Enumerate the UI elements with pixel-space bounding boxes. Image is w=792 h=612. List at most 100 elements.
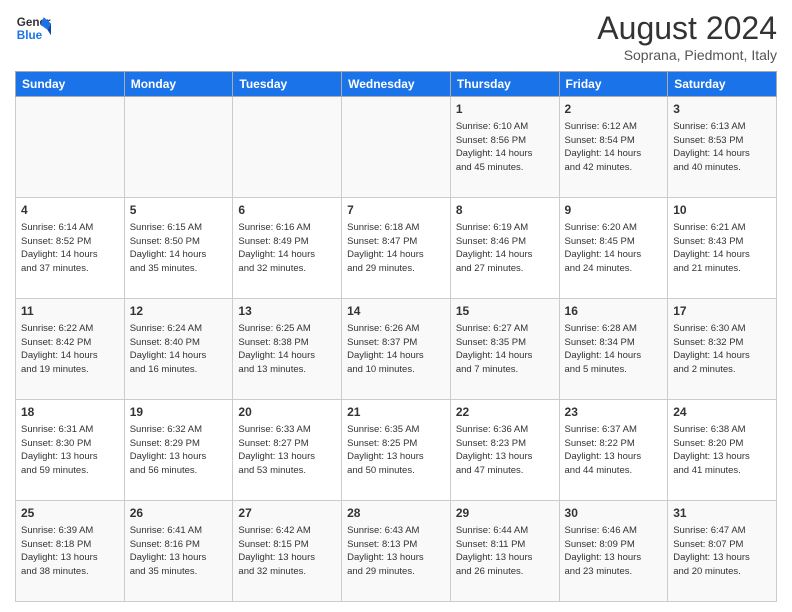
day-number-24: 24 [673,404,771,421]
day-info-21: Sunrise: 6:35 AM Sunset: 8:25 PM Dayligh… [347,423,445,478]
logo: General Blue [15,10,51,46]
day-cell-2-5: 16 Sunrise: 6:28 AM Sunset: 8:34 PM Dayli… [559,299,668,400]
day-info-13: Sunrise: 6:25 AM Sunset: 8:38 PM Dayligh… [238,322,336,377]
day-info-25: Sunrise: 6:39 AM Sunset: 8:18 PM Dayligh… [21,524,119,579]
header: General Blue August 2024 Soprana, Piedmo… [15,10,777,63]
day-cell-2-1: 12 Sunrise: 6:24 AM Sunset: 8:40 PM Dayli… [124,299,233,400]
day-cell-2-4: 15 Sunrise: 6:27 AM Sunset: 8:35 PM Dayli… [450,299,559,400]
day-cell-1-5: 9 Sunrise: 6:20 AM Sunset: 8:45 PM Daylig… [559,198,668,299]
day-info-30: Sunrise: 6:46 AM Sunset: 8:09 PM Dayligh… [565,524,663,579]
month-title: August 2024 [597,10,777,47]
day-number-19: 19 [130,404,228,421]
day-number-2: 2 [565,101,663,118]
day-info-17: Sunrise: 6:30 AM Sunset: 8:32 PM Dayligh… [673,322,771,377]
day-cell-0-0 [16,97,125,198]
day-info-31: Sunrise: 6:47 AM Sunset: 8:07 PM Dayligh… [673,524,771,579]
title-section: August 2024 Soprana, Piedmont, Italy [597,10,777,63]
week-row-3: 18 Sunrise: 6:31 AM Sunset: 8:30 PM Dayli… [16,400,777,501]
day-cell-0-4: 1 Sunrise: 6:10 AM Sunset: 8:56 PM Daylig… [450,97,559,198]
calendar-header-row: Sunday Monday Tuesday Wednesday Thursday… [16,72,777,97]
day-number-11: 11 [21,303,119,320]
day-cell-3-6: 24 Sunrise: 6:38 AM Sunset: 8:20 PM Dayli… [668,400,777,501]
day-cell-3-5: 23 Sunrise: 6:37 AM Sunset: 8:22 PM Dayli… [559,400,668,501]
day-info-12: Sunrise: 6:24 AM Sunset: 8:40 PM Dayligh… [130,322,228,377]
header-wednesday: Wednesday [342,72,451,97]
day-info-9: Sunrise: 6:20 AM Sunset: 8:45 PM Dayligh… [565,221,663,276]
day-cell-4-1: 26Sunrise: 6:41 AM Sunset: 8:16 PM Dayli… [124,501,233,602]
day-info-14: Sunrise: 6:26 AM Sunset: 8:37 PM Dayligh… [347,322,445,377]
day-cell-3-1: 19 Sunrise: 6:32 AM Sunset: 8:29 PM Dayli… [124,400,233,501]
logo-icon: General Blue [15,10,51,46]
day-number-28: 28 [347,505,445,522]
day-cell-1-3: 7Sunrise: 6:18 AM Sunset: 8:47 PM Daylig… [342,198,451,299]
day-number-17: 17 [673,303,771,320]
day-cell-3-4: 22 Sunrise: 6:36 AM Sunset: 8:23 PM Dayli… [450,400,559,501]
week-row-2: 11Sunrise: 6:22 AM Sunset: 8:42 PM Dayli… [16,299,777,400]
day-cell-3-3: 21 Sunrise: 6:35 AM Sunset: 8:25 PM Dayli… [342,400,451,501]
day-number-4: 4 [21,202,119,219]
day-info-6: Sunrise: 6:16 AM Sunset: 8:49 PM Dayligh… [238,221,336,276]
day-info-28: Sunrise: 6:43 AM Sunset: 8:13 PM Dayligh… [347,524,445,579]
day-number-12: 12 [130,303,228,320]
week-row-0: 1 Sunrise: 6:10 AM Sunset: 8:56 PM Daylig… [16,97,777,198]
day-number-3: 3 [673,101,771,118]
day-info-27: Sunrise: 6:42 AM Sunset: 8:15 PM Dayligh… [238,524,336,579]
day-cell-1-1: 5Sunrise: 6:15 AM Sunset: 8:50 PM Daylig… [124,198,233,299]
subtitle: Soprana, Piedmont, Italy [597,47,777,63]
day-cell-4-6: 31 Sunrise: 6:47 AM Sunset: 8:07 PM Dayli… [668,501,777,602]
day-info-29: Sunrise: 6:44 AM Sunset: 8:11 PM Dayligh… [456,524,554,579]
day-number-25: 25 [21,505,119,522]
day-info-23: Sunrise: 6:37 AM Sunset: 8:22 PM Dayligh… [565,423,663,478]
day-number-21: 21 [347,404,445,421]
day-info-1: Sunrise: 6:10 AM Sunset: 8:56 PM Dayligh… [456,120,554,175]
day-info-18: Sunrise: 6:31 AM Sunset: 8:30 PM Dayligh… [21,423,119,478]
day-cell-2-3: 14 Sunrise: 6:26 AM Sunset: 8:37 PM Dayli… [342,299,451,400]
day-number-27: 27 [238,505,336,522]
day-number-8: 8 [456,202,554,219]
day-number-15: 15 [456,303,554,320]
page: General Blue August 2024 Soprana, Piedmo… [0,0,792,612]
day-number-13: 13 [238,303,336,320]
day-info-19: Sunrise: 6:32 AM Sunset: 8:29 PM Dayligh… [130,423,228,478]
day-cell-0-3 [342,97,451,198]
day-number-16: 16 [565,303,663,320]
day-number-1: 1 [456,101,554,118]
day-number-5: 5 [130,202,228,219]
day-cell-2-2: 13 Sunrise: 6:25 AM Sunset: 8:38 PM Dayli… [233,299,342,400]
week-row-1: 4 Sunrise: 6:14 AM Sunset: 8:52 PM Daylig… [16,198,777,299]
day-cell-4-5: 30 Sunrise: 6:46 AM Sunset: 8:09 PM Dayli… [559,501,668,602]
day-info-15: Sunrise: 6:27 AM Sunset: 8:35 PM Dayligh… [456,322,554,377]
header-monday: Monday [124,72,233,97]
day-cell-1-0: 4 Sunrise: 6:14 AM Sunset: 8:52 PM Daylig… [16,198,125,299]
calendar-table: Sunday Monday Tuesday Wednesday Thursday… [15,71,777,602]
day-info-22: Sunrise: 6:36 AM Sunset: 8:23 PM Dayligh… [456,423,554,478]
day-info-16: Sunrise: 6:28 AM Sunset: 8:34 PM Dayligh… [565,322,663,377]
day-number-30: 30 [565,505,663,522]
day-info-10: Sunrise: 6:21 AM Sunset: 8:43 PM Dayligh… [673,221,771,276]
day-info-8: Sunrise: 6:19 AM Sunset: 8:46 PM Dayligh… [456,221,554,276]
day-number-23: 23 [565,404,663,421]
day-cell-0-2 [233,97,342,198]
day-cell-1-4: 8 Sunrise: 6:19 AM Sunset: 8:46 PM Daylig… [450,198,559,299]
day-cell-4-3: 28 Sunrise: 6:43 AM Sunset: 8:13 PM Dayli… [342,501,451,602]
day-number-31: 31 [673,505,771,522]
day-number-18: 18 [21,404,119,421]
day-cell-0-6: 3Sunrise: 6:13 AM Sunset: 8:53 PM Daylig… [668,97,777,198]
day-cell-3-2: 20 Sunrise: 6:33 AM Sunset: 8:27 PM Dayli… [233,400,342,501]
day-number-14: 14 [347,303,445,320]
day-number-29: 29 [456,505,554,522]
day-info-4: Sunrise: 6:14 AM Sunset: 8:52 PM Dayligh… [21,221,119,276]
day-info-24: Sunrise: 6:38 AM Sunset: 8:20 PM Dayligh… [673,423,771,478]
day-cell-3-0: 18 Sunrise: 6:31 AM Sunset: 8:30 PM Dayli… [16,400,125,501]
day-info-20: Sunrise: 6:33 AM Sunset: 8:27 PM Dayligh… [238,423,336,478]
day-cell-4-4: 29 Sunrise: 6:44 AM Sunset: 8:11 PM Dayli… [450,501,559,602]
day-cell-0-1 [124,97,233,198]
day-number-6: 6 [238,202,336,219]
day-number-26: 26 [130,505,228,522]
week-row-4: 25 Sunrise: 6:39 AM Sunset: 8:18 PM Dayli… [16,501,777,602]
day-number-20: 20 [238,404,336,421]
svg-text:Blue: Blue [17,29,43,42]
header-thursday: Thursday [450,72,559,97]
day-number-9: 9 [565,202,663,219]
day-number-22: 22 [456,404,554,421]
